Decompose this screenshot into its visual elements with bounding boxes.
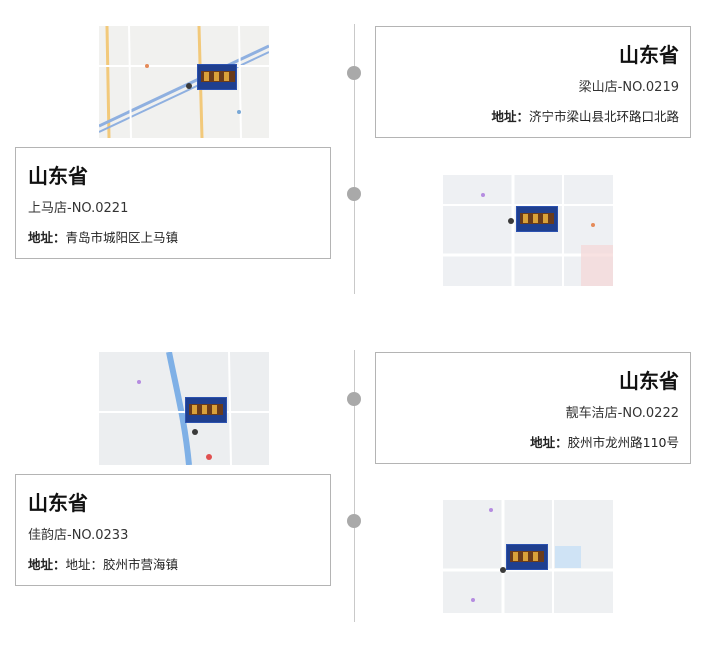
timeline-dot [347,66,361,80]
address-value: 济宁市梁山县北环路口北路 [528,109,679,124]
address-value: 地址：胶州市营海镇 [65,557,179,572]
store-card: 山东省 梁山店-NO.0219 地址：济宁市梁山县北环路口北路 [375,26,691,138]
map-store-marker [185,397,227,423]
map-thumbnail-shangma[interactable] [443,175,613,286]
timeline-dot [347,187,361,201]
store-card: 山东省 佳韵店-NO.0233 地址：地址：胶州市营海镇 [15,474,331,586]
map-thumbnail-liangshan[interactable] [99,26,269,138]
map-store-marker [516,206,558,232]
store-name: 靓车洁店-NO.0222 [565,406,679,421]
timeline-dot [347,514,361,528]
map-store-marker [197,64,237,90]
timeline-line-top [354,24,355,294]
store-province: 山东省 [28,164,88,188]
address-value: 青岛市城阳区上马镇 [65,230,179,245]
address-label: 地址 [28,230,54,245]
timeline-line-bottom [354,350,355,622]
address-label: 地址 [530,435,556,450]
map-image [99,352,269,465]
store-name: 梁山店-NO.0219 [578,80,679,95]
address-label: 地址 [491,109,517,124]
map-store-marker [506,544,548,570]
store-address: 地址：青岛市城阳区上马镇 [28,230,179,245]
address-label: 地址 [28,557,54,572]
store-address: 地址：胶州市龙州路110号 [530,435,679,450]
map-thumbnail-liangchejie[interactable] [443,500,613,613]
address-value: 胶州市龙州路110号 [567,435,679,450]
store-province: 山东省 [619,43,679,67]
store-card: 山东省 靓车洁店-NO.0222 地址：胶州市龙州路110号 [375,352,691,464]
store-province: 山东省 [619,369,679,393]
store-province: 山东省 [28,491,88,515]
store-address: 地址：地址：胶州市营海镇 [28,557,179,572]
store-card: 山东省 上马店-NO.0221 地址：青岛市城阳区上马镇 [15,147,331,259]
store-name: 佳韵店-NO.0233 [28,528,129,543]
map-image [99,26,269,138]
store-name: 上马店-NO.0221 [28,201,129,216]
store-address: 地址：济宁市梁山县北环路口北路 [491,109,679,124]
timeline-dot [347,392,361,406]
map-thumbnail-jiayun[interactable] [99,352,269,465]
